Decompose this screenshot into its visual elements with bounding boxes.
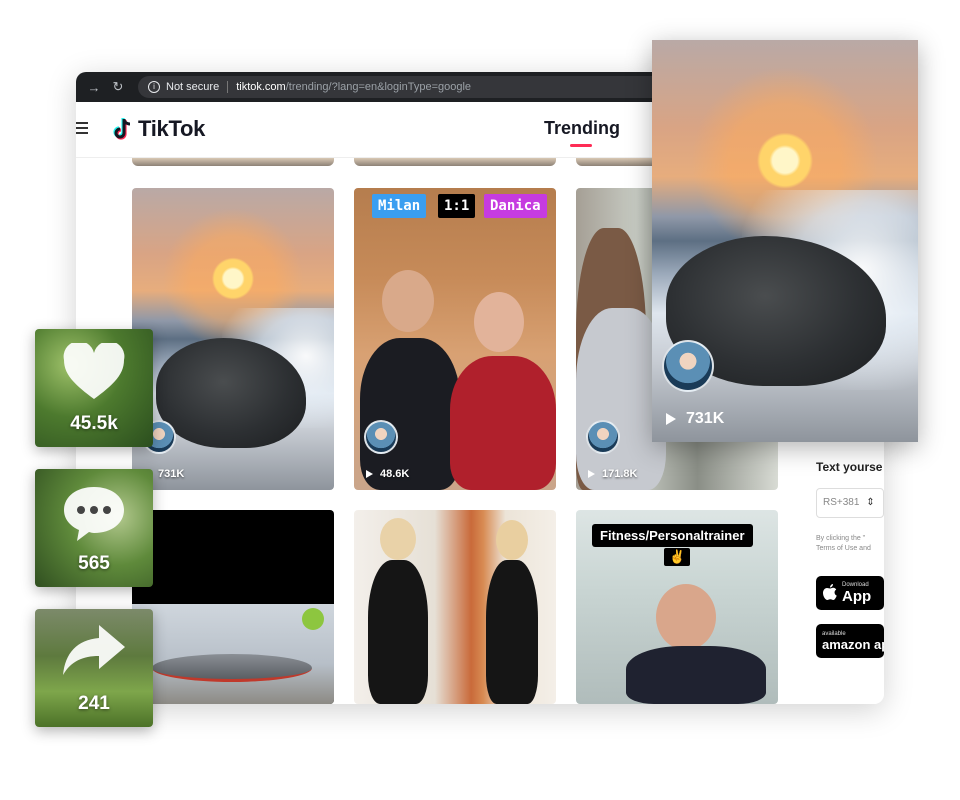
- video-thumbnail: [132, 604, 334, 704]
- likes-tile[interactable]: 45.5k: [35, 329, 153, 447]
- hamburger-menu-icon[interactable]: [76, 122, 88, 134]
- view-count: 48.6K: [366, 468, 409, 480]
- url-path: /trending/?lang=en&loginType=google: [285, 81, 472, 93]
- play-icon: [366, 470, 373, 478]
- forward-icon[interactable]: →: [84, 77, 104, 97]
- comments-tile[interactable]: 565: [35, 469, 153, 587]
- app-store-button[interactable]: Download App: [816, 576, 884, 610]
- tag-ratio: 1:1: [438, 194, 476, 218]
- play-icon: [588, 470, 595, 478]
- terms-text: By clicking the " Terms of Use and: [816, 534, 871, 554]
- page: → ↻ i Not secure tiktok.com /trending/?l…: [0, 0, 960, 800]
- ufo-shape: [152, 654, 312, 682]
- amazon-store-button[interactable]: available amazon ap: [816, 624, 884, 658]
- person-body: [486, 560, 538, 704]
- video-preview-popout[interactable]: 731K: [652, 40, 918, 442]
- share-arrow-icon: [63, 625, 125, 675]
- tiktok-logo[interactable]: TikTok: [112, 116, 205, 142]
- shares-count: 241: [78, 693, 110, 714]
- view-count: 731K: [666, 410, 724, 428]
- info-icon[interactable]: i: [148, 81, 160, 93]
- person-body: [626, 646, 766, 704]
- previous-row-card[interactable]: [354, 158, 556, 166]
- logo-text: TikTok: [138, 116, 206, 141]
- terms-line: By clicking the ": [816, 535, 866, 542]
- app-store-small: Download: [842, 581, 869, 588]
- likes-count: 45.5k: [70, 413, 118, 434]
- signup-prompt: Text yourse: [816, 460, 883, 474]
- previous-row-card[interactable]: [132, 158, 334, 166]
- url-divider: [227, 81, 229, 93]
- video-card[interactable]: [354, 510, 556, 704]
- person-body: [450, 356, 556, 490]
- alien-emoji-icon: [302, 608, 324, 630]
- video-card[interactable]: Milan 1:1 Danica 48.6K: [354, 188, 556, 490]
- url-host: tiktok.com: [236, 81, 286, 93]
- select-arrows-icon: ⇕: [866, 497, 875, 508]
- person-head: [380, 518, 416, 560]
- avatar[interactable]: [586, 420, 620, 454]
- view-count: 171.8K: [588, 468, 637, 480]
- app-store-big: App: [842, 587, 872, 605]
- video-caption: Fitness/Personaltrainer: [592, 524, 753, 547]
- tiktok-note-icon: [113, 118, 131, 140]
- tab-active-indicator: [570, 144, 592, 147]
- avatar[interactable]: [662, 340, 714, 392]
- comments-count: 565: [78, 553, 110, 574]
- tag-danica: Danica: [484, 194, 547, 218]
- heart-icon: [63, 343, 125, 399]
- person-head: [496, 520, 528, 560]
- country-code-value: RS+381: [823, 497, 860, 508]
- app-store-label: Download App: [842, 582, 871, 605]
- video-card[interactable]: Fitness/Personaltrainer ✌: [576, 510, 778, 704]
- video-card[interactable]: [132, 510, 334, 704]
- security-label: Not secure: [166, 81, 220, 93]
- view-count-text: 731K: [686, 410, 725, 427]
- apple-icon: [823, 584, 837, 600]
- person-head: [382, 270, 434, 332]
- reload-icon[interactable]: ↻: [108, 77, 128, 97]
- hand-emoji-icon: ✌: [664, 548, 691, 566]
- person-head: [474, 292, 524, 352]
- view-count-text: 731K: [158, 468, 185, 480]
- tag-milan: Milan: [372, 194, 427, 218]
- amazon-big: amazon ap: [822, 636, 884, 652]
- avatar[interactable]: [364, 420, 398, 454]
- person-body: [368, 560, 428, 704]
- terms-link[interactable]: Terms of Use and: [816, 544, 871, 554]
- person-head: [656, 584, 716, 650]
- play-icon: [666, 413, 676, 425]
- country-code-select[interactable]: RS+381 ⇕: [816, 488, 884, 518]
- shares-tile[interactable]: 241: [35, 609, 153, 727]
- comment-icon: [64, 487, 124, 541]
- url-field[interactable]: i Not secure tiktok.com /trending/?lang=…: [138, 76, 698, 98]
- tab-trending[interactable]: Trending: [544, 118, 620, 139]
- video-card[interactable]: 731K: [132, 188, 334, 490]
- view-count-text: 48.6K: [380, 468, 410, 480]
- amazon-label: available amazon ap: [822, 631, 884, 652]
- view-count-text: 171.8K: [602, 468, 638, 480]
